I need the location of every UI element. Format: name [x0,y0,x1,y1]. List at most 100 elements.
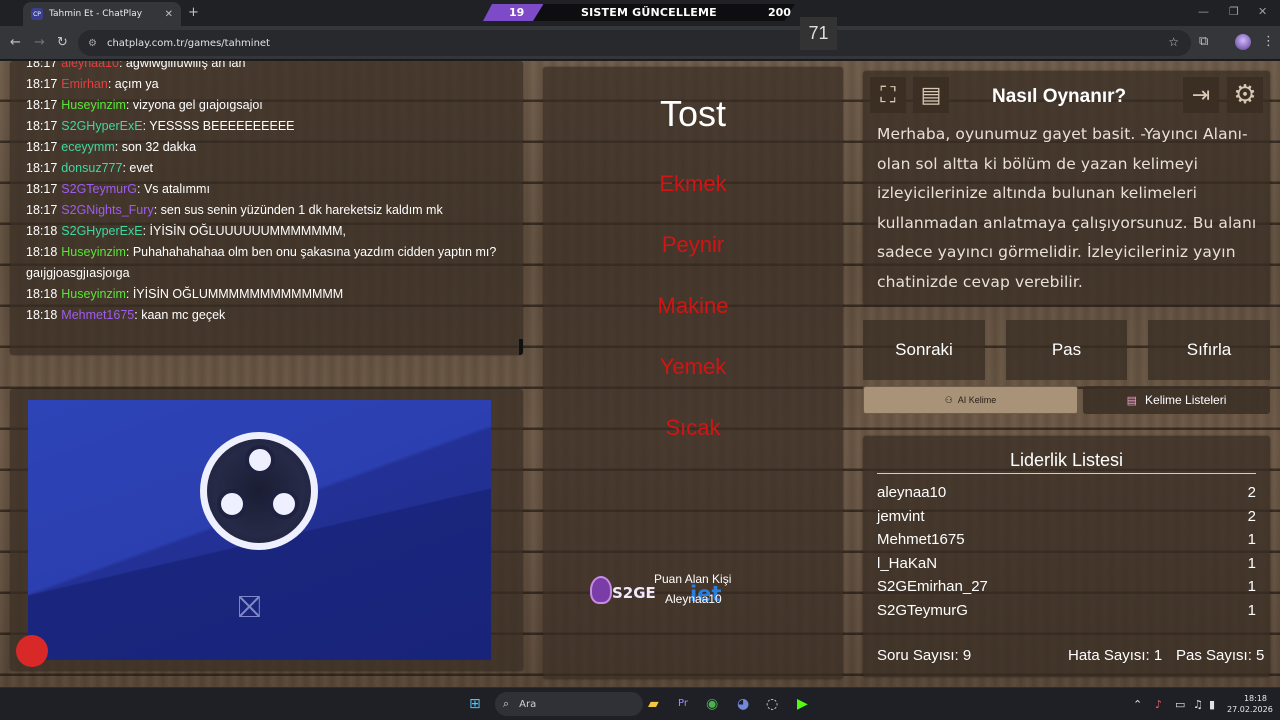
scorer-label: Puan Alan Kişi [654,572,732,586]
leaderboard-name: aleynaa10 [877,484,947,501]
browser-tab[interactable]: CP Tahmin Et - ChatPlay ✕ [23,2,181,26]
leaderboard-name: jemvint [877,507,925,525]
chat-username[interactable]: Mehmet1675 [61,308,134,322]
chat-username[interactable]: Emirhan [61,77,108,91]
camera-off-icon: ⛝ [238,590,261,625]
pass-button[interactable]: Pas [1006,320,1127,380]
word-lists-tab[interactable]: ▤ Kelime Listeleri [1083,386,1270,414]
question-count: Soru Sayısı: 9 [877,647,972,664]
kick-icon[interactable]: ▶ [797,696,808,712]
discord-icon[interactable]: ◕ [737,696,749,712]
chat-messages: 18:17 aleynaa10: agwiwgiifuwiifş ah lah 18… [26,61,523,326]
clock-time: 18:18 [1243,694,1267,703]
chat-message: 18:17 donsuz777: evet [26,158,523,179]
obs-preview: ⛝ [28,400,491,660]
leaderboard-score: 1 [1247,531,1256,549]
close-tab-icon[interactable]: ✕ [165,9,173,20]
chat-username[interactable]: S2GNights_Fury [61,203,153,217]
restore-icon[interactable]: ❐ [1229,5,1239,18]
site-favicon-icon: CP [31,8,43,20]
leaderboard-score: 2 [1247,507,1256,525]
chat-time: 18:17 [26,77,58,91]
profile-icon[interactable] [1235,34,1251,50]
chat-text: : Vs atalımmı [137,182,210,196]
chat-text: : sen sus senin yüzünden 1 dk hareketsiz… [153,203,443,217]
leaderboard-row: jemvint 2 [877,508,1256,530]
chat-message: 18:17 Huseyinzim: vizyona gel gıajoıgsajo… [26,95,523,116]
leaderboard-score: 1 [1247,602,1256,619]
taskbar-clock[interactable]: 18:18 27.02.2026 [1227,693,1273,715]
banner-level: 19 [509,6,525,19]
chat-text: : son 32 dakka [114,140,197,154]
leaderboard-row: S2GTeymurG 1 [877,602,1256,624]
pass-count: Pas Sayısı: 5 [1176,647,1265,664]
notes-icon[interactable]: ▤ [913,77,949,113]
microphone-icon[interactable]: ♪ [1155,698,1162,711]
taskbar-search[interactable]: ⌕ Ara [495,692,643,716]
howto-title: Nasıl Oynanır? [992,86,1127,107]
chat-time: 18:17 [26,161,58,175]
obs-logo-icon [200,432,318,550]
ai-word-label: AI Kelime [957,395,997,405]
chat-text: : vizyona gel gıajoıgsajoı [125,98,263,112]
chat-message: 18:18 Huseyinzim: İYİSİN OĞLUMMMMMMMMMMMM… [26,284,523,305]
chat-username[interactable]: eceyymm [61,140,114,154]
chat-message: 18:18 Mehmet1675: kaan mc geçek [26,305,523,326]
app-icon[interactable]: ◌ [766,696,778,712]
chat-username[interactable]: Huseyinzim [61,98,126,112]
minimize-icon[interactable]: — [1198,5,1209,18]
tray-chevron-icon[interactable]: ⌃ [1133,698,1142,711]
chat-message: 18:18 S2GHyperExE: İYİSİN OĞLUUUUUUMMMMMM… [26,221,523,242]
main-word: Tost [659,93,727,134]
gear-icon[interactable]: ⚙ [1227,77,1263,113]
chat-text: : evet [122,161,154,175]
forbidden-word: Yemek [659,354,727,379]
chat-username[interactable]: Huseyinzim [61,287,126,301]
back-icon[interactable]: ← [10,35,21,50]
record-indicator-icon [16,635,48,667]
chat-time: 18:18 [26,308,58,322]
reload-icon[interactable]: ↻ [57,35,68,50]
forward-icon[interactable]: → [34,35,45,50]
chat-scrollbar[interactable] [519,339,523,355]
network-icon[interactable]: ▭ [1175,698,1185,711]
next-button[interactable]: Sonraki [863,320,985,380]
file-explorer-icon[interactable]: ▰ [648,696,659,712]
chat-text: : İYİSİN OĞLUMMMMMMMMMMMMM [125,287,344,301]
new-tab-icon[interactable]: + [188,5,199,20]
chat-time: 18:18 [26,245,58,259]
leaderboard-row: Mehmet1675 1 [877,531,1256,553]
reset-button[interactable]: Sıfırla [1148,320,1270,380]
windows-start-icon[interactable]: ⊞ [469,696,481,712]
site-info-icon[interactable]: ⚙ [88,38,97,49]
extensions-icon[interactable]: ⧉ [1199,34,1208,49]
robot-icon: ⚇ [944,394,953,405]
forbidden-word: Ekmek [659,171,727,196]
address-bar[interactable]: ⚙ chatplay.com.tr/games/tahminet ☆ [78,30,1191,56]
exit-icon[interactable]: ⇥ [1183,77,1219,113]
star-icon[interactable]: ☆ [1168,35,1179,49]
volume-icon[interactable]: ♫ [1193,698,1203,711]
chat-username[interactable]: aleynaa10 [61,61,119,70]
leaderboard-score: 1 [1247,578,1256,596]
leaderboard-title: Liderlik Listesi [1009,450,1124,470]
ai-word-tab[interactable]: ⚇ AI Kelime [863,386,1078,414]
battery-icon[interactable]: ▮ [1209,698,1215,711]
chrome-icon[interactable]: ◉ [706,696,718,712]
chat-time: 18:17 [26,61,58,70]
chat-text: : kaan mc geçek [134,308,226,322]
banner-text: SISTEM GÜNCELLEME [581,6,717,19]
chat-username[interactable]: Huseyinzim [61,245,126,259]
chat-username[interactable]: S2GHyperExE [61,119,142,133]
chat-username[interactable]: donsuz777 [61,161,122,175]
window-close-icon[interactable]: ✕ [1258,5,1267,18]
menu-icon[interactable]: ⋮ [1262,34,1275,49]
chat-text: : agwiwgiifuwiifş ah lah [118,61,246,70]
chat-username[interactable]: S2GHyperExE [61,224,142,238]
s2g-logo-text: S2GE [612,584,656,602]
chat-message: 18:17 eceyymm: son 32 dakka [26,137,523,158]
chat-username[interactable]: S2GTeymurG [61,182,137,196]
premiere-icon[interactable]: Pr [678,698,688,709]
chat-time: 18:18 [26,224,58,238]
fullscreen-icon[interactable]: ⛶ [870,77,906,113]
